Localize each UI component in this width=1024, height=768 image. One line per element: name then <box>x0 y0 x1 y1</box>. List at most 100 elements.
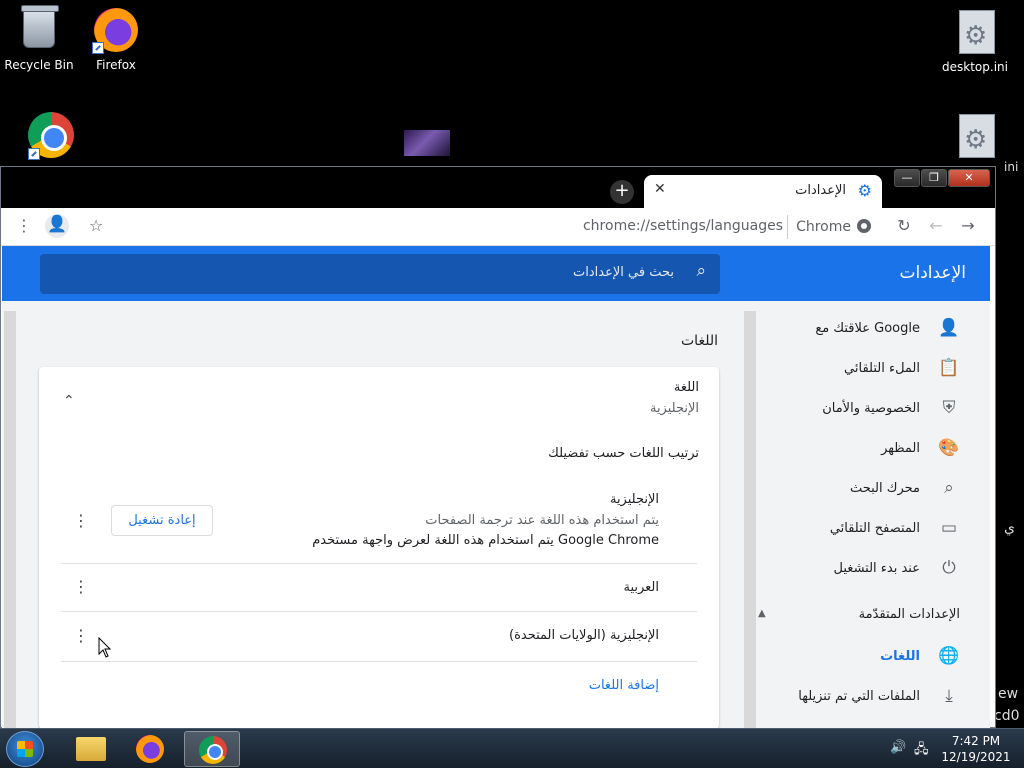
restart-button[interactable]: إعادة تشغيل <box>111 505 213 536</box>
tab-settings[interactable]: ⚙ الإعدادات ✕ <box>644 175 882 208</box>
desktop-edge-text: cd0 <box>994 708 1020 724</box>
mouse-cursor-icon <box>98 637 112 658</box>
reload-icon[interactable]: ↻ <box>893 216 915 235</box>
globe-icon: 🌐 <box>938 646 960 666</box>
shield-icon: ⛨ <box>942 398 956 418</box>
search-icon: ⌕ <box>944 478 954 498</box>
chrome-icon <box>199 736 227 764</box>
sidebar-item-google[interactable]: 👤 علاقتك مع Google <box>776 315 966 345</box>
browser-toolbar: ⋮ 👤 ☆ ⇱ chrome://settings/languages Chro… <box>1 208 995 246</box>
sidebar-item-languages[interactable]: 🌐 اللغات <box>776 643 966 673</box>
firefox-icon <box>92 6 140 54</box>
desktop-edge-text: ini <box>1004 160 1019 174</box>
taskbar-firefox[interactable] <box>122 731 178 767</box>
profile-avatar-icon[interactable]: 👤 <box>45 214 69 238</box>
language-entry-name: العربية <box>623 580 659 595</box>
taskbar-clock[interactable]: 7:42 PM 12/19/2021 <box>936 733 1016 765</box>
person-icon: 👤 <box>938 318 960 338</box>
language-entry-detail: يتم استخدام هذه اللغة لعرض واجهة مستخدم … <box>312 533 659 548</box>
palette-icon: 🎨 <box>938 438 960 458</box>
shortcut-arrow-icon <box>92 42 104 54</box>
recycle-bin-icon <box>15 5 63 54</box>
chevron-up-icon[interactable]: ⌃ <box>63 393 75 409</box>
language-value: الإنجليزية <box>649 401 699 416</box>
sidebar-item-default-browser[interactable]: ▭ المتصفح التلقائي <box>776 515 966 545</box>
order-heading: ترتيب اللغات حسب تفضيلك <box>548 446 699 461</box>
settings-header: الإعدادات ⌕ بحث في الإعدادات <box>2 246 990 301</box>
section-title: اللغات <box>681 333 718 349</box>
settings-file-icon <box>951 8 999 56</box>
address-bar[interactable]: chrome://settings/languages Chrome <box>113 213 883 241</box>
scrollbar[interactable] <box>744 311 756 729</box>
desktop-image-thumbnail[interactable] <box>404 130 450 156</box>
taskbar-explorer[interactable] <box>62 731 118 767</box>
tab-title: الإعدادات <box>795 183 846 198</box>
bookmark-star-icon[interactable]: ☆ <box>85 216 107 235</box>
forward-arrow-icon[interactable]: → <box>957 216 979 235</box>
chrome-icon <box>28 112 76 160</box>
folder-icon <box>76 737 106 761</box>
start-button[interactable] <box>6 731 44 767</box>
sidebar-advanced-toggle[interactable]: ▲ الإعدادات المتقدّمة <box>752 603 966 627</box>
maximize-button[interactable]: ❐ <box>921 169 947 187</box>
firefox-icon <box>136 735 164 763</box>
desktop-icon-firefox[interactable]: Firefox <box>78 6 154 72</box>
settings-search-input[interactable]: ⌕ بحث في الإعدادات <box>40 254 720 294</box>
sidebar-item-appearance[interactable]: 🎨 المظهر <box>776 435 966 465</box>
back-arrow-icon[interactable]: ← <box>925 216 947 235</box>
sidebar-item-autofill[interactable]: 📋 الملء التلقائي <box>776 355 966 385</box>
site-chip-label: Chrome <box>796 219 851 235</box>
language-menu-icon[interactable]: ⋮ <box>73 511 89 530</box>
sidebar-item-downloads[interactable]: ⤓ الملفات التي تم تنزيلها <box>776 683 966 713</box>
network-icon[interactable]: 🖧 <box>914 740 929 762</box>
url-text: chrome://settings/languages <box>582 218 783 234</box>
clipboard-icon: 📋 <box>938 358 960 378</box>
desktop-icon-ini-2[interactable] <box>937 112 1013 164</box>
search-icon: ⌕ <box>696 261 706 281</box>
sidebar-item-privacy[interactable]: ⛨ الخصوصية والأمان <box>776 395 966 425</box>
settings-title: الإعدادات <box>899 263 966 283</box>
download-icon: ⤓ <box>945 686 953 706</box>
language-menu-icon[interactable]: ⋮ <box>73 577 89 596</box>
desktop-icon-label: Firefox <box>96 58 136 72</box>
language-menu-icon[interactable]: ⋮ <box>73 626 89 645</box>
search-placeholder: بحث في الإعدادات <box>573 265 674 280</box>
desktop-edge-text: ي <box>1004 520 1015 536</box>
scrollbar[interactable] <box>4 311 16 729</box>
close-window-button[interactable]: ✕ <box>948 169 990 187</box>
minimize-button[interactable]: — <box>894 169 920 187</box>
chrome-window: — ❐ ✕ + ⚙ الإعدادات ✕ ⋮ 👤 ☆ ⇱ chrome://s… <box>0 166 996 729</box>
clock-time: 7:42 PM <box>951 734 1001 748</box>
volume-icon[interactable]: 🔊 <box>890 740 906 755</box>
caret-up-icon: ▲ <box>758 608 766 619</box>
site-chip[interactable]: Chrome <box>787 215 875 239</box>
menu-kebab-icon[interactable]: ⋮ <box>13 216 35 235</box>
desktop-icon-label: desktop.ini <box>942 60 1008 74</box>
tab-strip: — ❐ ✕ + ⚙ الإعدادات ✕ <box>1 167 995 208</box>
language-entry-name: الإنجليزية (الولايات المتحدة) <box>509 628 659 643</box>
desktop-icon-recycle-bin[interactable]: Recycle Bin <box>1 5 77 72</box>
browser-icon: ▭ <box>940 518 958 538</box>
taskbar: 🔊 🖧 7:42 PM 12/19/2021 <box>0 728 1024 768</box>
taskbar-chrome[interactable] <box>184 731 240 767</box>
desktop-icon-label: Recycle Bin <box>4 58 74 72</box>
divider <box>61 563 697 564</box>
divider <box>61 611 697 612</box>
settings-file-icon <box>951 112 999 160</box>
tab-close-icon[interactable]: ✕ <box>654 181 666 197</box>
new-tab-button[interactable]: + <box>610 180 634 204</box>
shortcut-arrow-icon <box>28 148 40 160</box>
gear-icon: ⚙ <box>857 181 872 200</box>
language-entry-detail: يتم استخدام هذه اللغة عند ترجمة الصفحات <box>425 513 659 528</box>
desktop-icon-chrome[interactable] <box>14 112 90 164</box>
language-entry-name: الإنجليزية <box>609 492 659 507</box>
chrome-logo-icon <box>857 219 871 233</box>
power-icon: ⏻ <box>942 558 956 578</box>
divider <box>61 661 697 662</box>
sidebar-item-on-startup[interactable]: ⏻ عند بدء التشغيل <box>776 555 966 585</box>
sidebar-item-search-engine[interactable]: ⌕ محرك البحث <box>776 475 966 505</box>
languages-card: ⌃ اللغة الإنجليزية ترتيب اللغات حسب تفضي… <box>39 367 719 729</box>
desktop-edge-text: ew <box>998 686 1019 702</box>
desktop-icon-desktop-ini[interactable]: desktop.ini <box>937 8 1013 74</box>
add-languages-link[interactable]: إضافة اللغات <box>589 678 659 693</box>
